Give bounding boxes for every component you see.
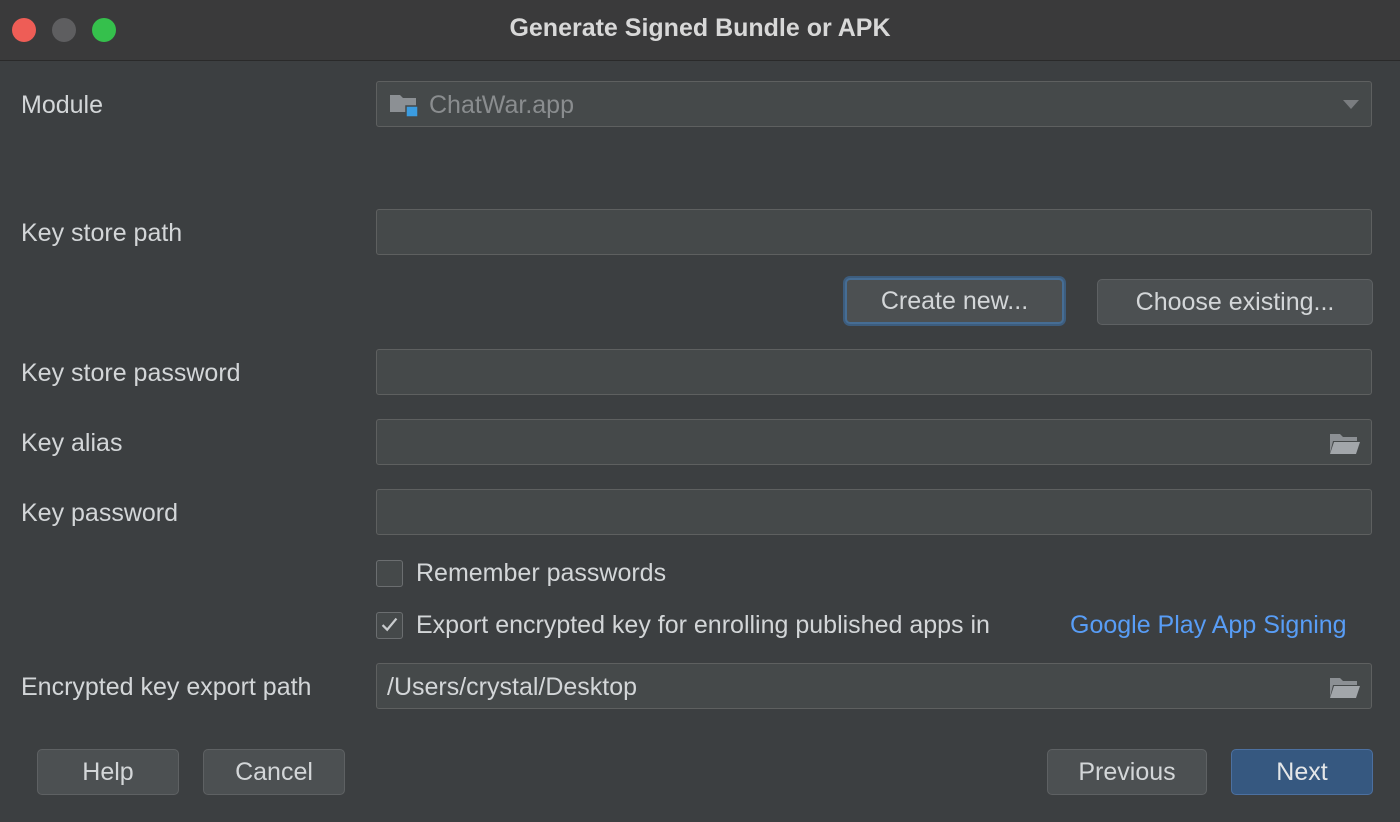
google-play-app-signing-link[interactable]: Google Play App Signing — [1070, 611, 1347, 640]
key-alias-input[interactable] — [376, 419, 1372, 465]
cancel-button[interactable]: Cancel — [203, 749, 345, 795]
help-button[interactable]: Help — [37, 749, 179, 795]
folder-open-icon[interactable] — [1329, 675, 1361, 699]
remember-passwords-label[interactable]: Remember passwords — [416, 559, 666, 588]
keystore-path-label: Key store path — [21, 219, 183, 247]
key-alias-label: Key alias — [21, 429, 123, 457]
keystore-path-input[interactable] — [376, 209, 1372, 255]
export-path-value: /Users/crystal/Desktop — [387, 673, 638, 701]
folder-open-icon[interactable] — [1329, 431, 1361, 455]
keystore-password-input[interactable] — [376, 349, 1372, 395]
export-path-label: Encrypted key export path — [21, 673, 312, 701]
module-select[interactable]: ChatWar.app — [376, 81, 1372, 127]
export-key-checkbox[interactable] — [376, 612, 403, 639]
window-title: Generate Signed Bundle or APK — [509, 14, 891, 42]
key-password-input[interactable] — [376, 489, 1372, 535]
keystore-password-label: Key store password — [21, 359, 241, 387]
title-bar: Generate Signed Bundle or APK — [0, 0, 1400, 61]
checkmark-icon — [381, 617, 398, 632]
create-new-button[interactable]: Create new... — [845, 278, 1064, 324]
choose-existing-button[interactable]: Choose existing... — [1097, 279, 1373, 325]
export-path-input[interactable]: /Users/crystal/Desktop — [376, 663, 1372, 709]
previous-button[interactable]: Previous — [1047, 749, 1207, 795]
module-value: ChatWar.app — [429, 91, 574, 119]
remember-passwords-checkbox[interactable] — [376, 560, 403, 587]
next-button[interactable]: Next — [1231, 749, 1373, 795]
key-password-label: Key password — [21, 499, 179, 527]
module-folder-icon — [390, 95, 419, 118]
chevron-down-icon[interactable] — [1343, 100, 1359, 109]
module-label: Module — [21, 91, 103, 119]
export-key-label[interactable]: Export encrypted key for enrolling publi… — [416, 611, 990, 640]
